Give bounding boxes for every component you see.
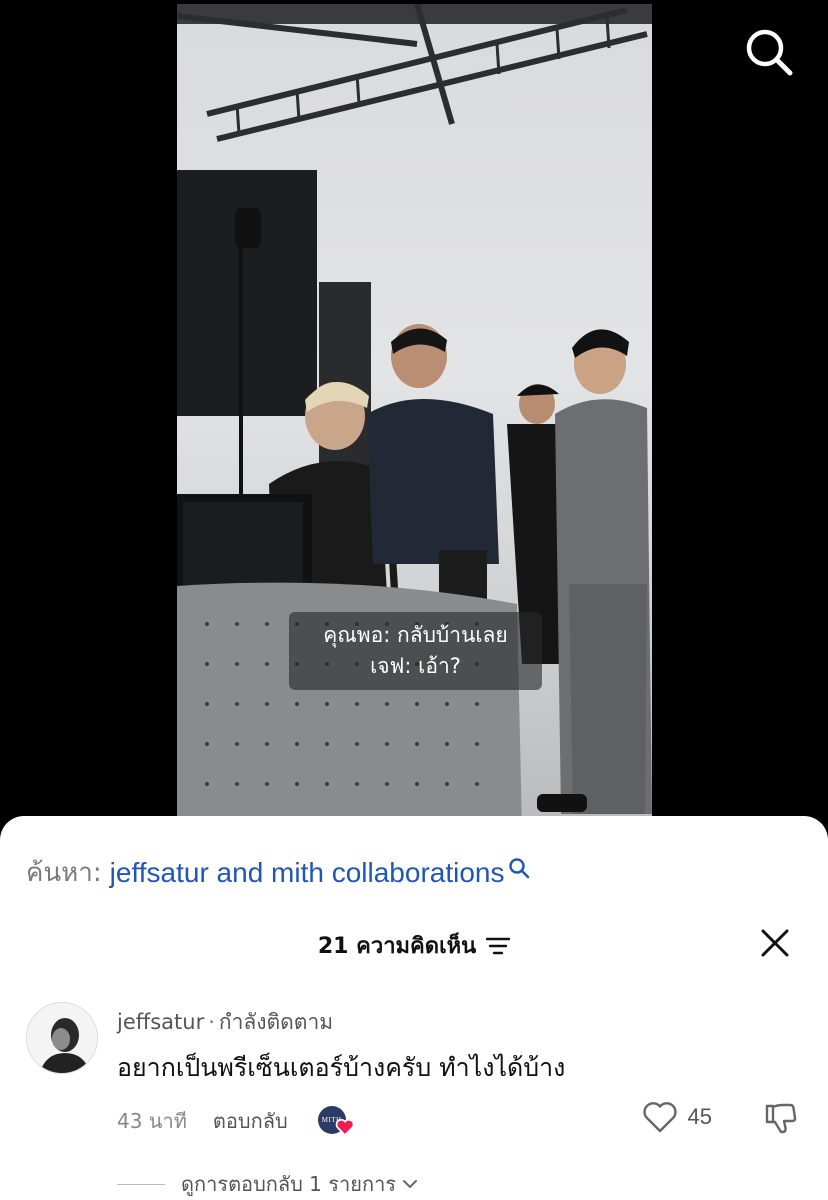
comments-header: 21 ความคิดเห็น bbox=[0, 928, 828, 964]
comment-text: อยากเป็นพรีเซ็นเตอร์บ้างครับ ทำไงได้บ้าง bbox=[117, 1053, 566, 1082]
search-suggestion[interactable]: ค้นหา: jeffsatur and mith collaborations bbox=[26, 852, 530, 893]
heart-icon[interactable] bbox=[642, 1100, 678, 1134]
view-replies-button[interactable]: ดูการตอบกลับ 1 รายการ bbox=[117, 1168, 418, 1200]
search-icon[interactable] bbox=[740, 24, 796, 80]
video-player[interactable]: คุณพอ: กลับบ้านเลย เจฟ: เอ้า? bbox=[0, 0, 828, 830]
comments-count-title: 21 ความคิดเห็น bbox=[317, 928, 511, 963]
video-subtitle: คุณพอ: กลับบ้านเลย เจฟ: เอ้า? bbox=[289, 612, 542, 690]
replies-divider bbox=[117, 1183, 165, 1185]
view-replies-label[interactable]: ดูการตอบกลับ 1 รายการ bbox=[181, 1168, 396, 1200]
creator-liked-badge: MITH bbox=[317, 1106, 356, 1136]
comments-sheet: ค้นหา: jeffsatur and mith collaborations… bbox=[0, 816, 828, 1200]
subtitle-line-1: คุณพอ: กลับบ้านเลย bbox=[323, 623, 508, 647]
search-suggestion-query[interactable]: jeffsatur and mith collaborations bbox=[110, 857, 505, 889]
chevron-down-icon bbox=[403, 1180, 418, 1189]
follow-status[interactable]: กำลังติดตาม bbox=[219, 1010, 333, 1034]
avatar-photo bbox=[27, 1003, 97, 1073]
comment-item: jeffsatur · กำลังติดตาม อยากเป็นพรีเซ็นเตอ… bbox=[0, 1000, 828, 1200]
dislike-icon[interactable] bbox=[762, 1100, 798, 1136]
comment-meta: jeffsatur · กำลังติดตาม bbox=[117, 1006, 333, 1039]
video-scene-image bbox=[177, 4, 652, 830]
meta-separator: · bbox=[208, 1010, 215, 1034]
subtitle-line-2: เจฟ: เอ้า? bbox=[370, 654, 461, 678]
search-suggestion-prefix: ค้นหา: bbox=[26, 858, 102, 888]
video-frame[interactable] bbox=[177, 4, 652, 830]
reply-button[interactable]: ตอบกลับ bbox=[213, 1105, 288, 1137]
like-button[interactable]: 45 bbox=[642, 1100, 712, 1134]
sort-icon[interactable] bbox=[486, 936, 511, 956]
search-icon bbox=[508, 857, 529, 878]
close-icon[interactable] bbox=[760, 928, 790, 958]
like-count: 45 bbox=[687, 1104, 712, 1129]
comment-username[interactable]: jeffsatur bbox=[117, 1010, 204, 1034]
comment-actions: 43 นาที ตอบกลับ MITH bbox=[117, 1105, 356, 1137]
comment-timestamp: 43 นาที bbox=[117, 1109, 187, 1133]
avatar[interactable] bbox=[26, 1002, 98, 1074]
heart-icon bbox=[335, 1119, 354, 1136]
comments-title-text: 21 ความคิดเห็น bbox=[317, 934, 477, 959]
